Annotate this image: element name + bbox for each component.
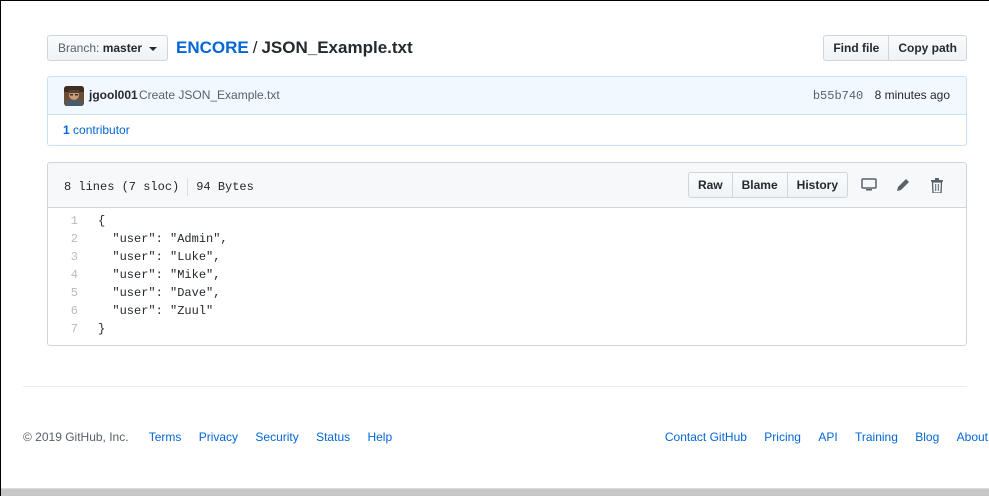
- file-info-divider: [187, 178, 189, 196]
- desktop-icon[interactable]: [856, 172, 882, 198]
- find-file-button[interactable]: Find file: [823, 35, 890, 61]
- line-number[interactable]: 5: [48, 284, 88, 302]
- commit-tease-box: jgool001 Create JSON_Example.txt b55b740…: [47, 76, 967, 146]
- commit-meta: b55b740 8 minutes ago: [813, 88, 950, 103]
- file-navigation: Branch: master ENCORE / JSON_Example.txt F…: [47, 34, 967, 62]
- branch-select-button[interactable]: Branch: master: [47, 35, 169, 61]
- line-number[interactable]: 7: [48, 320, 88, 338]
- line-number[interactable]: 4: [48, 266, 88, 284]
- footer: © 2019 GitHub, Inc. Terms Privacy Securi…: [23, 429, 989, 445]
- code-line: 2 "user": "Admin",: [48, 230, 966, 248]
- file-actions-group: Raw Blame History: [687, 172, 848, 198]
- footer-link-privacy[interactable]: Privacy: [199, 430, 238, 444]
- commit-time: 8 minutes ago: [874, 88, 950, 102]
- line-code: {: [98, 214, 106, 228]
- footer-left: © 2019 GitHub, Inc. Terms Privacy Securi…: [23, 429, 406, 445]
- line-code: "user": "Dave",: [98, 286, 221, 300]
- trash-icon[interactable]: [924, 172, 950, 198]
- branch-name: master: [102, 41, 143, 55]
- history-button[interactable]: History: [786, 172, 848, 198]
- avatar[interactable]: [64, 86, 84, 106]
- line-number[interactable]: 2: [48, 230, 88, 248]
- file-name: JSON_Example.txt: [261, 38, 413, 57]
- footer-divider: [23, 386, 967, 387]
- code-line: 4 "user": "Mike",: [48, 266, 966, 284]
- file-size: 94 Bytes: [196, 180, 254, 195]
- file-info: 8 lines (7 sloc) 94 Bytes: [64, 178, 254, 196]
- window-bottom-bar: [1, 488, 989, 496]
- path-separator: /: [252, 38, 258, 57]
- code-line: 1 {: [48, 212, 966, 230]
- footer-copyright: © 2019 GitHub, Inc.: [23, 430, 129, 444]
- line-code: }: [98, 322, 106, 336]
- footer-link-help[interactable]: Help: [367, 430, 392, 444]
- caret-down-icon: [149, 46, 158, 51]
- footer-link-contact-github[interactable]: Contact GitHub: [665, 430, 747, 444]
- footer-link-about[interactable]: About: [957, 430, 988, 444]
- line-code: "user": "Luke",: [98, 250, 221, 264]
- code-line: 3 "user": "Luke",: [48, 248, 966, 266]
- code-line: 5 "user": "Dave",: [48, 284, 966, 302]
- copy-path-button[interactable]: Copy path: [888, 35, 967, 61]
- code-line: 7 }: [48, 320, 966, 338]
- breadcrumb: ENCORE / JSON_Example.txt: [176, 34, 413, 62]
- commit-author[interactable]: jgool001: [89, 88, 138, 102]
- avatar-image: [64, 86, 84, 106]
- file-lines-info: 8 lines (7 sloc): [64, 180, 180, 195]
- commit-sha-link[interactable]: b55b740: [813, 89, 863, 103]
- commit-message[interactable]: Create JSON_Example.txt: [139, 88, 280, 102]
- line-code: "user": "Mike",: [98, 268, 221, 282]
- line-number[interactable]: 1: [48, 212, 88, 230]
- code-line: 6 "user": "Zuul": [48, 302, 966, 320]
- contributors-count: 1: [63, 123, 70, 137]
- footer-link-api[interactable]: API: [818, 430, 837, 444]
- header-actions: Find file Copy path: [823, 35, 967, 61]
- line-number[interactable]: 3: [48, 248, 88, 266]
- footer-link-terms[interactable]: Terms: [149, 430, 182, 444]
- line-number[interactable]: 6: [48, 302, 88, 320]
- footer-link-blog[interactable]: Blog: [915, 430, 939, 444]
- repo-link[interactable]: ENCORE: [176, 38, 249, 57]
- pencil-icon[interactable]: [890, 172, 916, 198]
- commit-tease: jgool001 Create JSON_Example.txt b55b740…: [48, 77, 966, 115]
- blame-button[interactable]: Blame: [731, 172, 788, 198]
- footer-link-security[interactable]: Security: [255, 430, 298, 444]
- code-view: 1 { 2 "user": "Admin", 3 "user": "Luke",…: [48, 208, 966, 338]
- raw-button[interactable]: Raw: [687, 172, 733, 198]
- contributors-label: contributor: [73, 123, 130, 137]
- file-box: 8 lines (7 sloc) 94 Bytes Raw Blame Histo…: [47, 162, 967, 346]
- footer-link-pricing[interactable]: Pricing: [764, 430, 801, 444]
- line-code: "user": "Admin",: [98, 232, 228, 246]
- file-header: 8 lines (7 sloc) 94 Bytes Raw Blame Histo…: [48, 163, 966, 208]
- footer-link-training[interactable]: Training: [855, 430, 898, 444]
- contributors-link[interactable]: 1 contributor: [48, 115, 966, 145]
- branch-prefix-label: Branch:: [58, 41, 100, 55]
- file-actions: Raw Blame History: [687, 172, 950, 198]
- line-code: "user": "Zuul": [98, 304, 214, 318]
- footer-right: Contact GitHub Pricing API Training Blog…: [651, 429, 988, 445]
- file-view-page: Branch: master ENCORE / JSON_Example.txt F…: [0, 0, 989, 496]
- footer-link-status[interactable]: Status: [316, 430, 350, 444]
